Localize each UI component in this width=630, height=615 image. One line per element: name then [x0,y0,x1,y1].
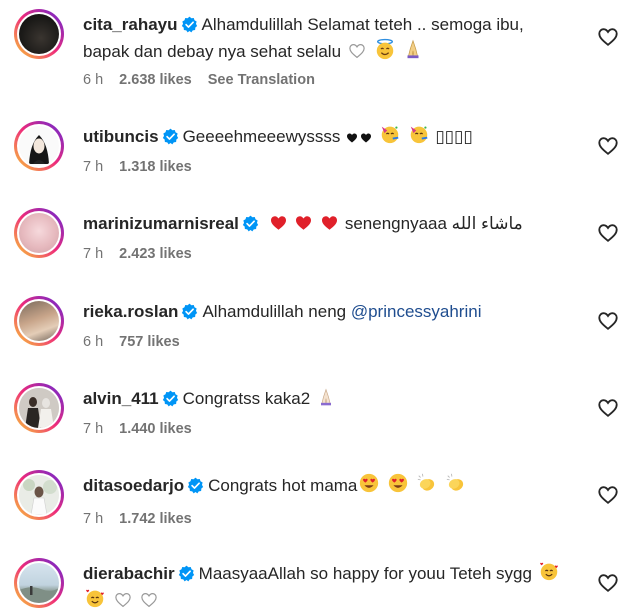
see-translation-link[interactable]: See Translation [208,72,315,88]
avatar[interactable] [14,383,64,433]
comment-meta: 7 h 2.423 likes [83,246,208,262]
comment-time: 7 h [83,511,104,527]
comment-likes[interactable]: 1.318 likes [119,159,192,175]
comment-username[interactable]: rieka.roslan [83,302,178,321]
comment-likes[interactable]: 1.742 likes [119,511,192,527]
comment-username[interactable]: dierabachir [83,564,175,583]
comment-time: 6 h [83,72,104,88]
like-heart-icon[interactable] [597,222,619,244]
avatar[interactable] [14,470,64,520]
partying-face-icon [410,126,427,144]
comment-text: Congrats hot mama [208,476,358,495]
like-heart-icon[interactable] [597,310,619,332]
verified-badge-icon [187,477,204,494]
avatar[interactable] [14,558,64,608]
comment-likes[interactable]: 2.423 likes [119,246,192,262]
comment-text-line2: bapak dan debay nya sehat selalu [83,42,342,61]
comment-username[interactable]: alvin_411 [83,389,159,408]
black-heart-icon [346,131,358,145]
comment-time: 7 h [83,246,104,262]
heart-eyes-face-icon [388,473,408,493]
comment-meta: 6 h 757 likes [83,334,196,350]
comment-likes[interactable]: 1.440 likes [119,421,192,437]
comments-list: cita_rahayu Alhamdulillah Selamat teteh .… [0,0,630,615]
black-heart-icon [360,131,372,145]
smiling-face-with-hearts-icon [86,589,104,608]
folded-hands-icon [320,388,331,406]
verified-badge-icon [178,565,195,582]
avatar[interactable] [14,296,64,346]
comment-text: Geeeehmeeewyssss [182,127,341,146]
comment-username[interactable]: utibuncis [83,127,159,146]
comment-meta: 7 h 1.440 likes [83,421,208,437]
red-heart-icon [320,214,339,232]
verified-badge-icon [162,128,179,145]
comment-arabic-text: ماشاء الله [451,214,523,233]
partying-face-icon [381,126,399,144]
smiling-face-with-halo-icon [376,38,393,60]
comment-time: 7 h [83,159,104,175]
like-heart-icon[interactable] [597,397,619,419]
verified-badge-icon [181,16,198,33]
mention-link[interactable]: @princessyahrini [351,302,482,321]
white-heart-icon [115,593,131,608]
verified-badge-icon [242,215,259,232]
comment-text: MaasyaaAllah so happy for youu Teteh syg… [198,564,532,583]
comment-text: Congratss kaka2 [182,389,311,408]
comment-username[interactable]: ditasoedarjo [83,476,184,495]
avatar[interactable] [14,208,64,258]
verified-badge-icon [181,303,198,320]
clapping-hands-icon [417,473,434,491]
comment-time: 7 h [83,421,104,437]
like-heart-icon[interactable] [597,135,619,157]
like-heart-icon[interactable] [597,26,619,48]
white-heart-icon [349,44,365,59]
red-heart-icon [269,214,288,232]
verified-badge-icon [162,390,179,407]
white-heart-icon [141,593,158,608]
heart-eyes-face-icon [360,473,379,493]
clapping-hands-icon [446,473,463,491]
comment-meta: 7 h 1.318 likes [83,159,208,175]
comment-username[interactable]: cita_rahayu [83,15,178,34]
unrendered-glyphs: ▯▯▯▯ [435,127,473,146]
comment-time: 6 h [83,334,104,350]
folded-hands-icon [407,39,419,59]
comment-likes[interactable]: 757 likes [119,334,179,350]
smiling-face-with-hearts-icon [539,562,558,581]
like-heart-icon[interactable] [597,572,619,594]
comment-username[interactable]: marinizumarnisreal [83,214,239,233]
avatar[interactable] [14,9,64,59]
comment-meta: 6 h 2.638 likes See Translation [83,72,331,88]
comment-text: Alhamdulillah Selamat teteh .. semoga ib… [201,15,524,34]
comment-text: senengnyaaa [344,214,447,233]
comment-text: Alhamdulillah neng [202,302,347,321]
avatar[interactable] [14,121,64,171]
red-heart-icon [294,214,313,232]
like-heart-icon[interactable] [597,484,619,506]
comment-meta: 7 h 1.742 likes [83,511,208,527]
comment-likes[interactable]: 2.638 likes [119,72,192,88]
